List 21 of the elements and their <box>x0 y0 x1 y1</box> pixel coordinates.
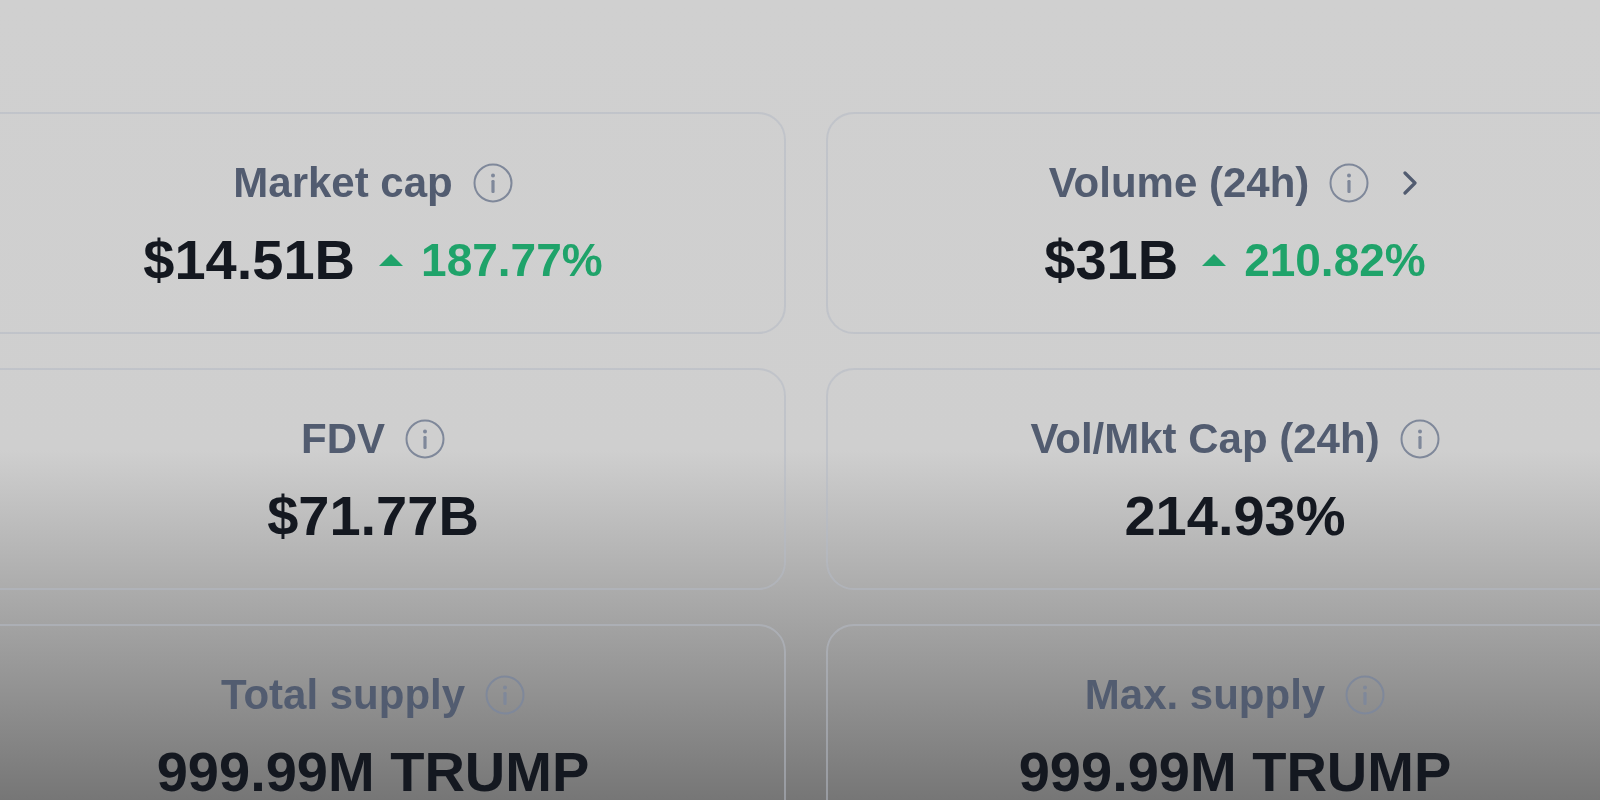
stat-label: Max. supply <box>1084 672 1326 718</box>
info-icon[interactable] <box>1329 163 1370 203</box>
stat-value: $71.77B <box>267 486 479 546</box>
info-icon[interactable] <box>405 419 445 459</box>
stat-label: Total supply <box>220 672 466 718</box>
info-icon[interactable] <box>1345 675 1386 715</box>
chevron-right-icon <box>1403 171 1418 195</box>
stat-value: 999.99M TRUMP <box>1018 742 1452 800</box>
stat-value: 214.93% <box>1124 486 1346 546</box>
stat-value: $31B <box>1044 230 1179 290</box>
stat-label: Vol/Mkt Cap (24h) <box>1030 416 1380 462</box>
stat-label: Volume (24h) <box>1048 160 1310 206</box>
stat-value: 999.99M TRUMP <box>156 742 590 800</box>
info-icon[interactable] <box>1399 419 1440 459</box>
info-icon[interactable] <box>472 163 513 203</box>
percent-change: 187.77% <box>421 234 603 286</box>
stat-value: $14.51B <box>143 230 356 290</box>
percent-change: 210.82% <box>1244 234 1426 286</box>
info-icon[interactable] <box>485 675 526 715</box>
stat-label: Market cap <box>233 160 453 206</box>
stat-label: FDV <box>301 416 385 462</box>
